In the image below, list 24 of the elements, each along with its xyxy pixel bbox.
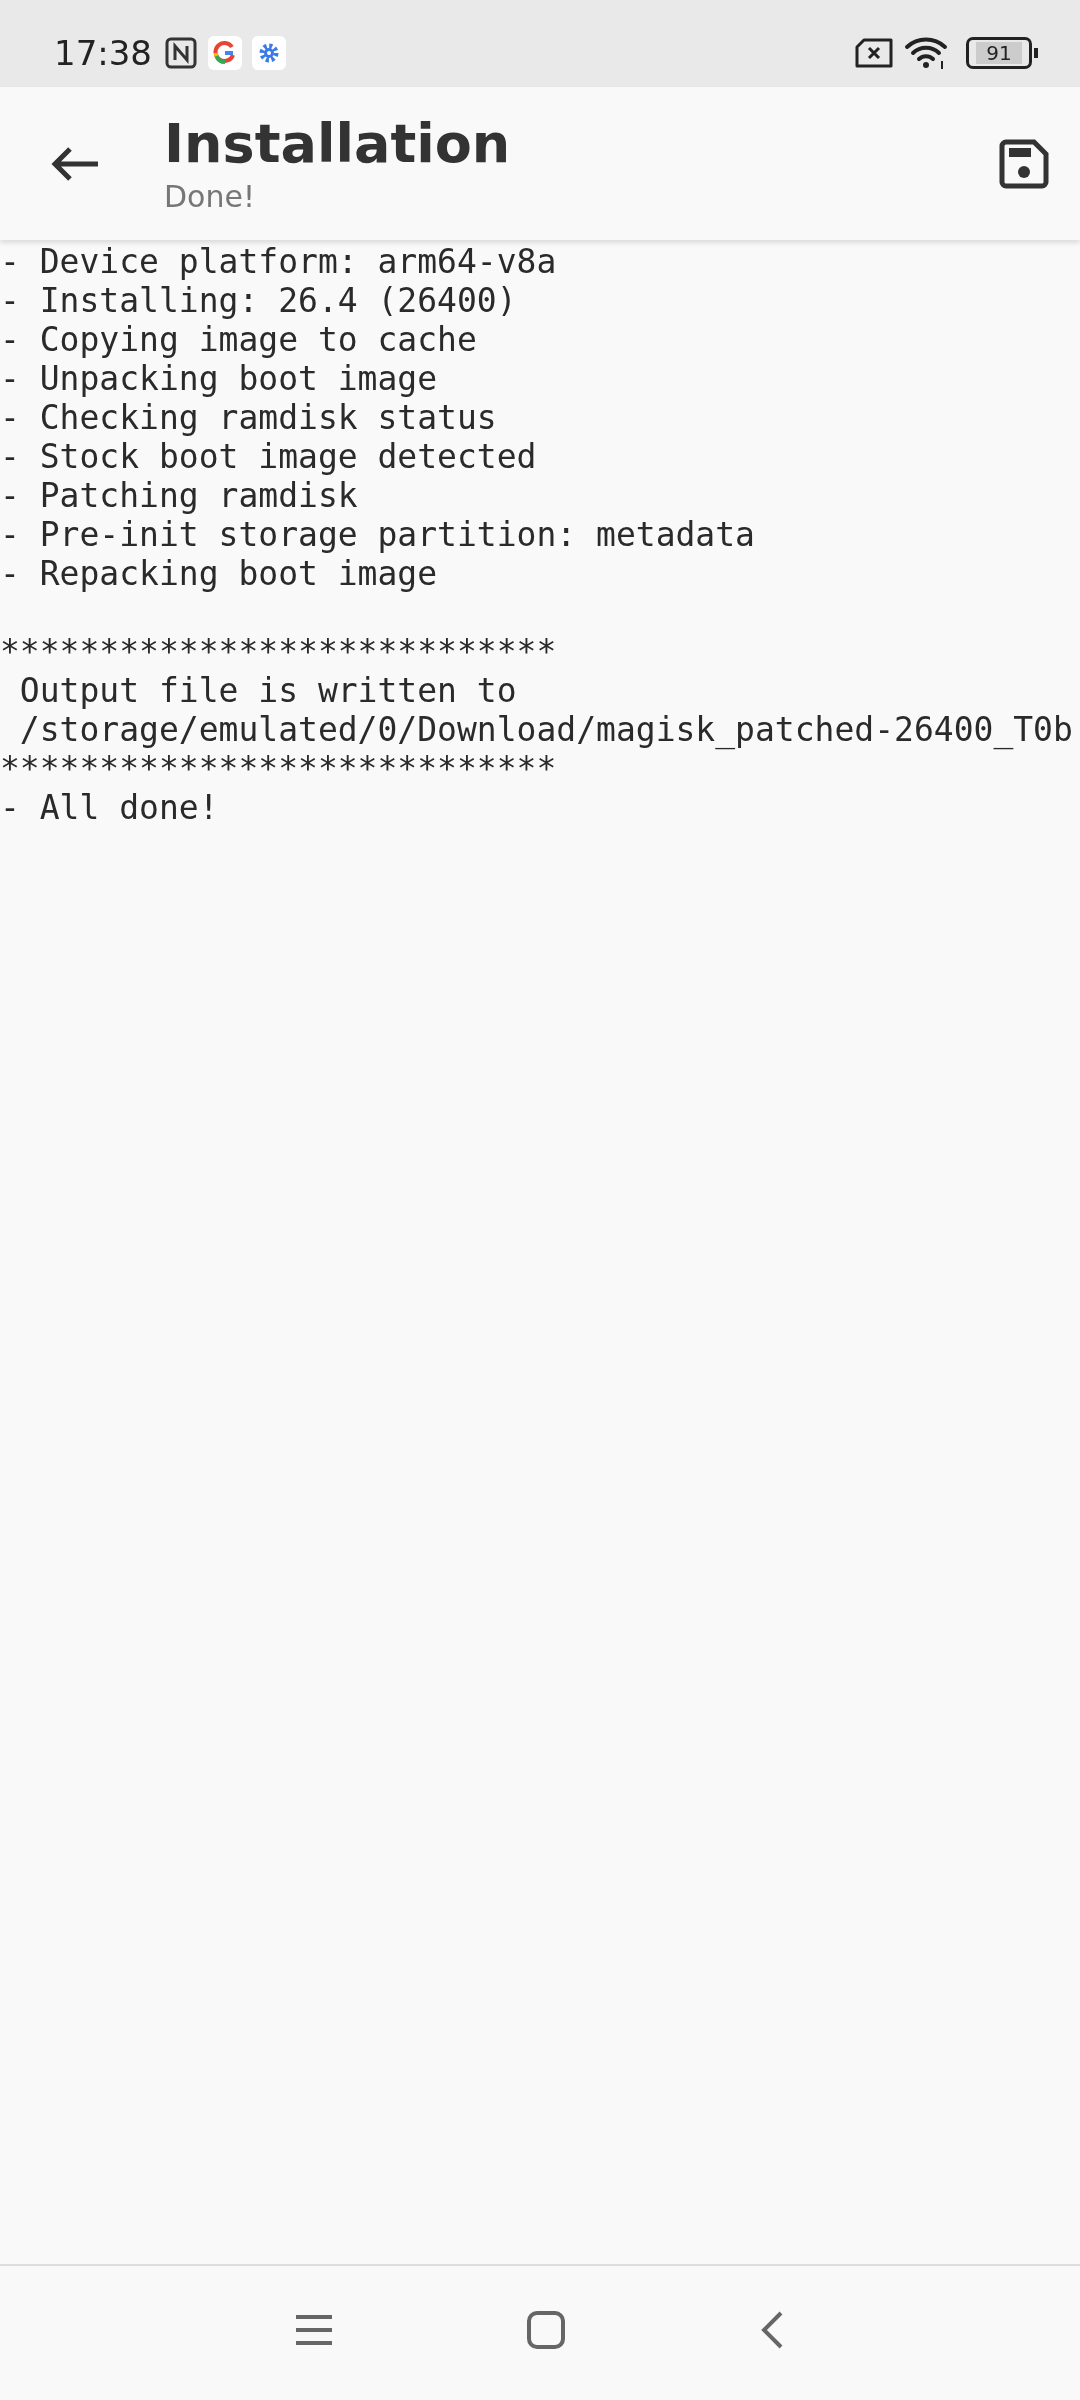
log-line: - Stock boot image detected	[0, 437, 538, 476]
log-line: - Patching ramdisk	[0, 476, 359, 515]
sim-off-icon	[854, 36, 894, 69]
screen-title: Installation	[164, 110, 512, 177]
log-line: ****************************	[0, 749, 557, 788]
log-line: Output file is written to	[18, 671, 518, 710]
log-line: /storage/emulated/0/Download/magisk_patched-26400_T0b	[18, 710, 1074, 749]
log-line: - Repacking boot image	[0, 554, 439, 593]
log-line: - Checking ramdisk status	[0, 398, 498, 437]
log-line: - Installing: 26.4 (26400)	[0, 281, 518, 320]
clock: 17:38	[54, 32, 152, 73]
google-icon	[208, 35, 242, 70]
save-icon[interactable]	[998, 137, 1050, 190]
nfc-icon	[164, 35, 198, 70]
log-line: - Device platform: arm64-v8a	[0, 242, 558, 281]
log-line: - Unpacking boot image	[0, 359, 439, 398]
log-line: - All done!	[0, 788, 220, 827]
gear-icon	[252, 35, 286, 70]
log-line: - Copying image to cache	[0, 320, 478, 359]
screen-subtitle: Done!	[164, 177, 256, 216]
home-icon[interactable]	[526, 2310, 566, 2350]
log-line: ****************************	[0, 632, 558, 671]
menu-icon[interactable]	[294, 2312, 334, 2348]
log-line: - Pre-init storage partition: metadata	[0, 515, 756, 554]
